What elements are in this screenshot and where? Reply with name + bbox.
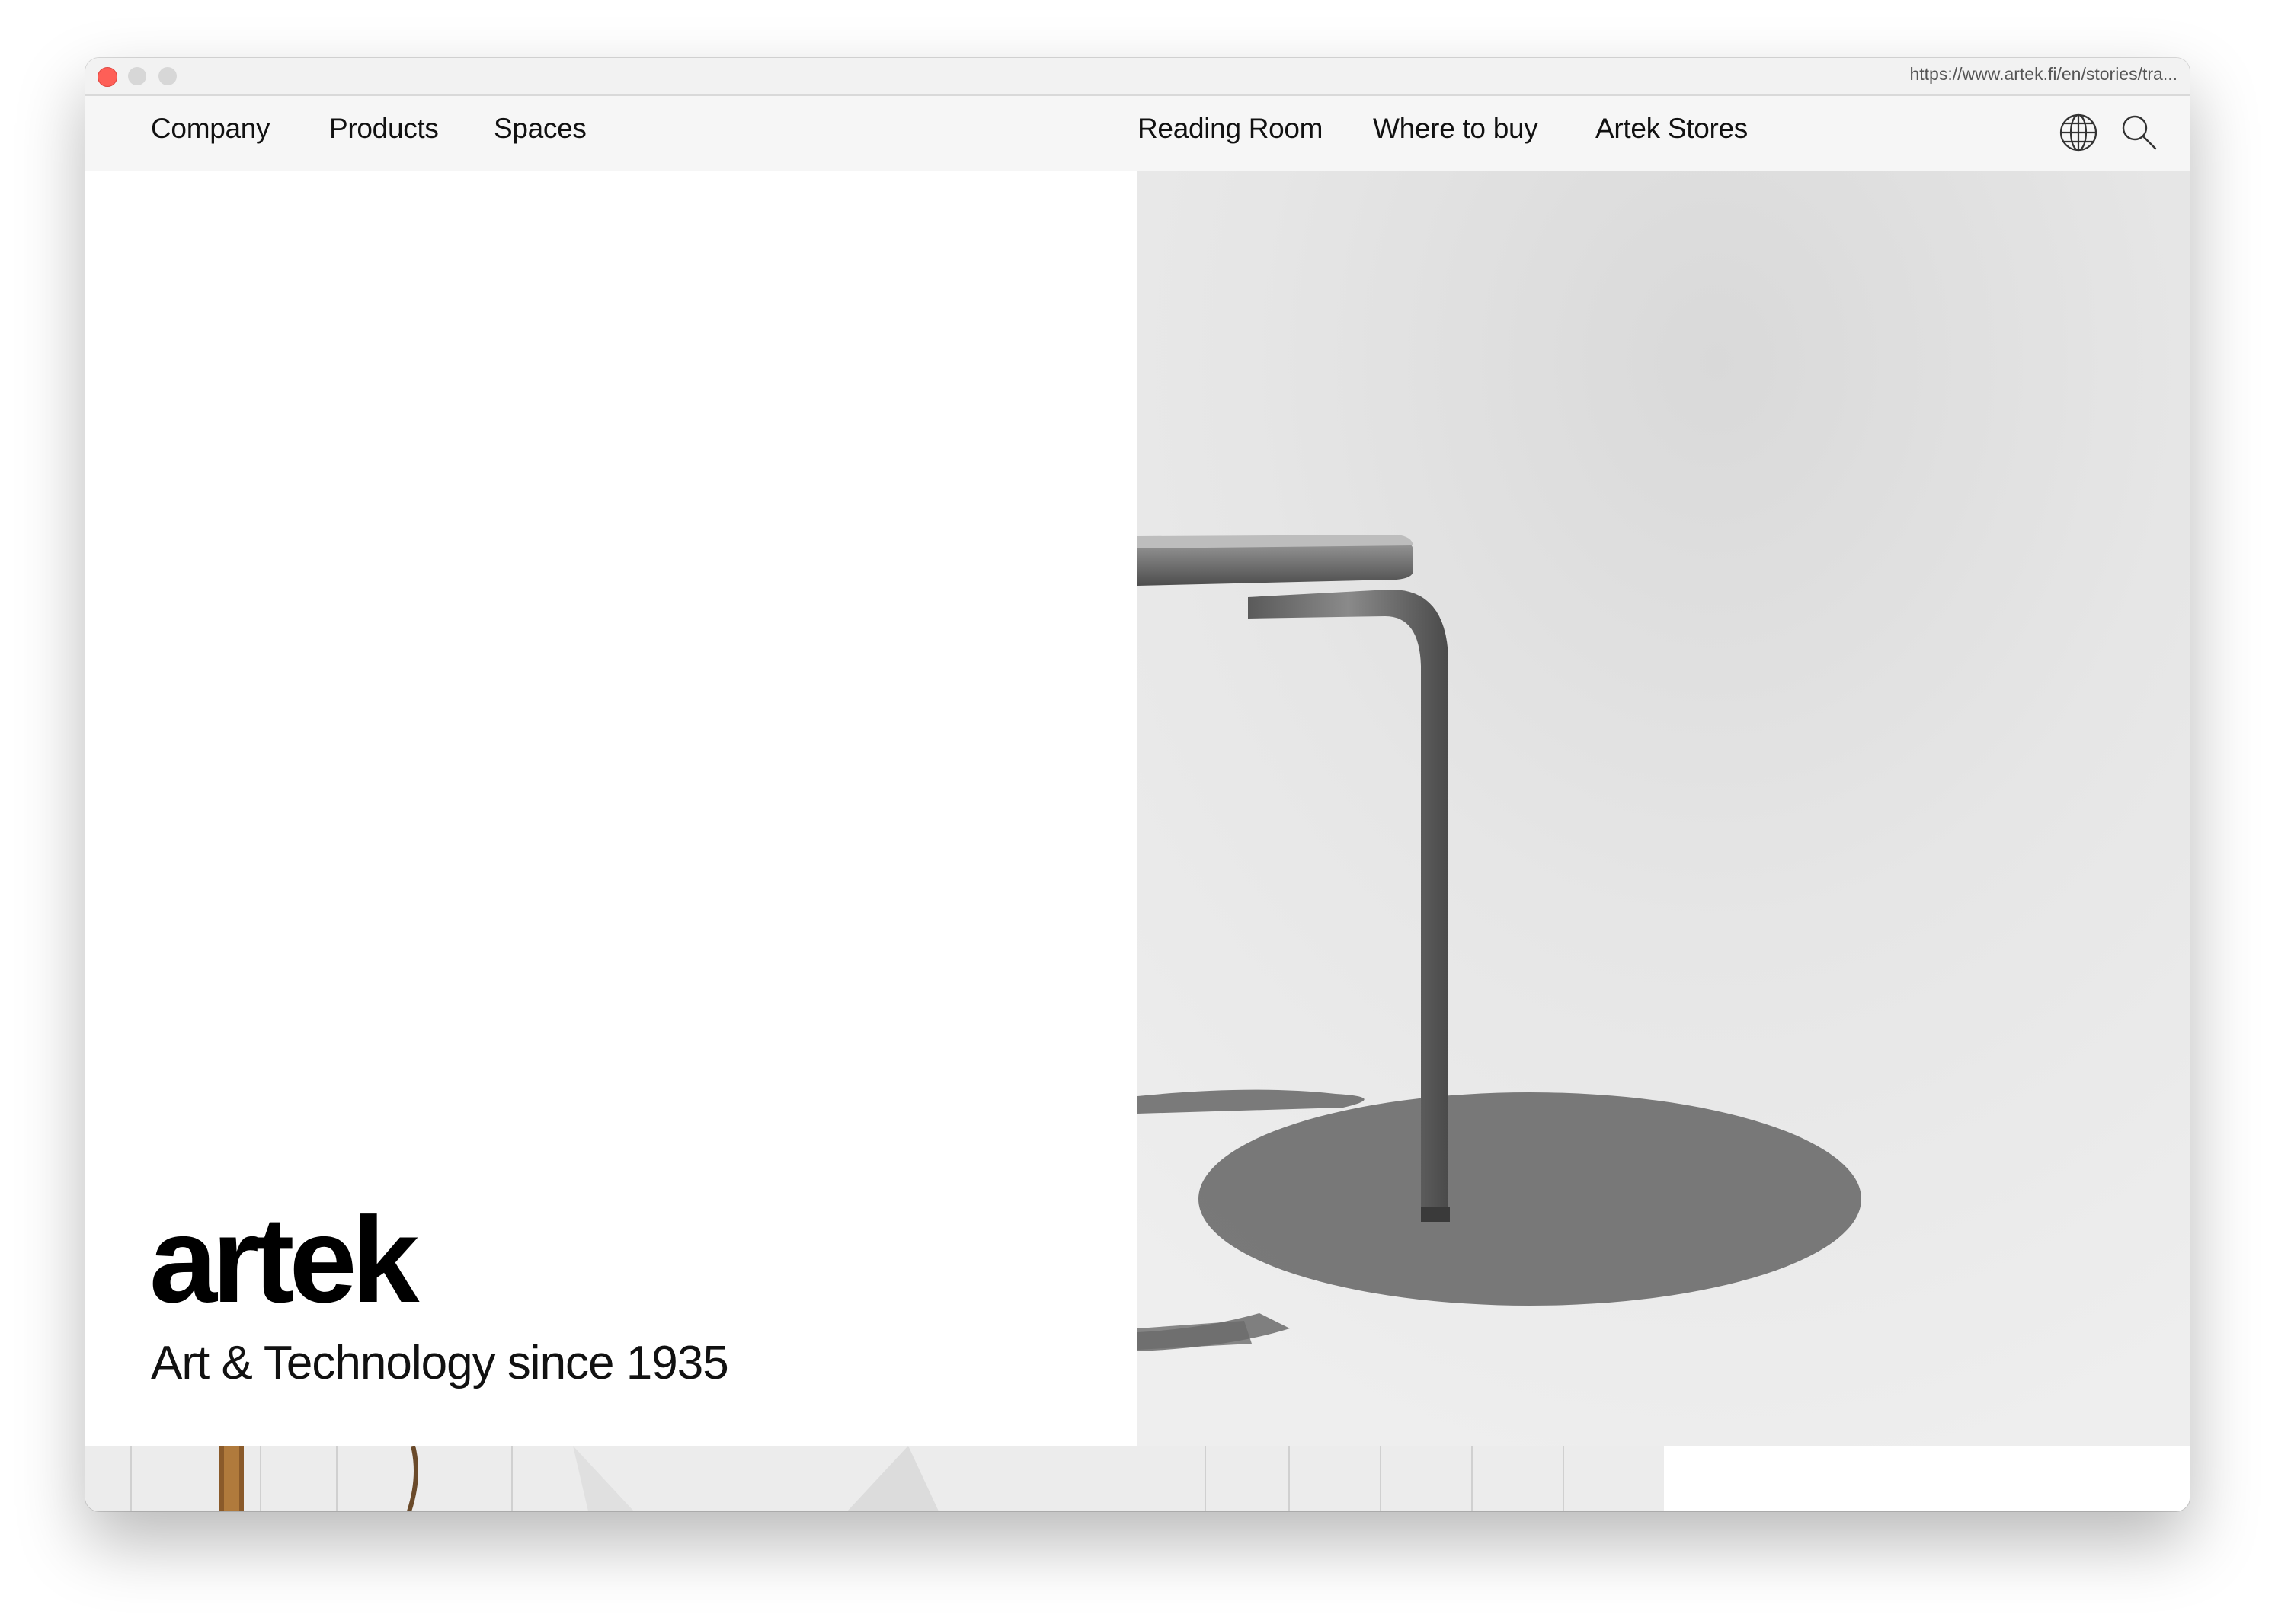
nav-spaces[interactable]: Spaces: [494, 113, 587, 145]
hero-text-panel: artek Art & Technology since 1935: [85, 171, 1138, 1446]
nav-reading-room[interactable]: Reading Room: [1138, 113, 1323, 145]
address-bar-url[interactable]: https://www.artek.fi/en/stories/tra...: [1909, 64, 2177, 85]
nav-artek-stores[interactable]: Artek Stores: [1595, 113, 1748, 145]
preview-image: [85, 1446, 1664, 1511]
globe-icon[interactable]: [2059, 113, 2098, 152]
browser-window: https://www.artek.fi/en/stories/tra... C…: [85, 58, 2190, 1511]
nav-company[interactable]: Company: [151, 113, 270, 145]
search-icon[interactable]: [2120, 113, 2159, 152]
hero-photo: [1138, 171, 2190, 1446]
artek-logo[interactable]: artek: [149, 1199, 419, 1321]
hero-tagline: Art & Technology since 1935: [151, 1337, 729, 1389]
close-window-button[interactable]: [98, 67, 117, 87]
stool-photo-image: [1138, 171, 2190, 1446]
next-section-preview: [85, 1446, 2190, 1511]
nav-products[interactable]: Products: [329, 113, 439, 145]
browser-titlebar: https://www.artek.fi/en/stories/tra...: [85, 58, 2190, 96]
main-navigation: Company Products Spaces Reading Room Whe…: [85, 96, 2190, 171]
zoom-window-button[interactable]: [158, 67, 177, 85]
minimize-window-button[interactable]: [128, 67, 146, 85]
nav-where-to-buy[interactable]: Where to buy: [1373, 113, 1538, 145]
